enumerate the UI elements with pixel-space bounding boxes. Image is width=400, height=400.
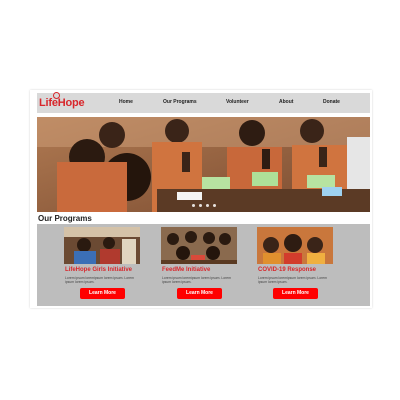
program-image xyxy=(161,227,237,264)
navbar: LifeHope Home Our Programs Volunteer Abo… xyxy=(37,92,370,113)
program-card: FeedMe Initiative Lorem ipsum loremipsum… xyxy=(161,227,241,304)
program-title: COVID-19 Response xyxy=(258,267,317,273)
slider-dots xyxy=(37,204,370,207)
slider-dot[interactable] xyxy=(191,204,195,207)
program-description: Lorem ipsum loremipsum lorem ipsum. Lore… xyxy=(258,276,327,284)
program-image xyxy=(64,227,140,264)
learn-more-button[interactable]: Learn More xyxy=(273,288,318,299)
logo-text: LifeHope xyxy=(39,97,85,109)
program-image xyxy=(257,227,333,264)
programs-section: LifeHope Girls Initiative Lorem ipsum lo… xyxy=(37,224,370,306)
logo-mark-icon xyxy=(53,92,60,99)
program-card: LifeHope Girls Initiative Lorem ipsum lo… xyxy=(64,227,144,304)
logo[interactable]: LifeHope xyxy=(39,92,85,112)
website-mockup: LifeHope Home Our Programs Volunteer Abo… xyxy=(30,90,372,308)
program-description: Lorem ipsum loremipsum lorem ipsum. Lore… xyxy=(65,276,134,284)
learn-more-button[interactable]: Learn More xyxy=(177,288,222,299)
slider-dot[interactable] xyxy=(212,204,216,207)
hero-slider[interactable] xyxy=(37,117,370,212)
slider-dot[interactable] xyxy=(205,204,209,207)
program-description: Lorem ipsum loremipsum lorem ipsum. Lore… xyxy=(162,276,231,284)
slider-dot[interactable] xyxy=(198,204,202,207)
program-title: FeedMe Initiative xyxy=(162,267,211,273)
hero-image xyxy=(37,117,370,212)
program-card: COVID-19 Response Lorem ipsum loremipsum… xyxy=(257,227,337,304)
nav-about[interactable]: About xyxy=(279,99,293,105)
program-title: LifeHope Girls Initiative xyxy=(65,267,133,273)
nav-home[interactable]: Home xyxy=(119,99,133,105)
learn-more-button[interactable]: Learn More xyxy=(80,288,125,299)
programs-heading: Our Programs xyxy=(38,214,92,223)
nav-our-programs[interactable]: Our Programs xyxy=(163,99,197,105)
nav-volunteer[interactable]: Volunteer xyxy=(226,99,249,105)
nav-donate[interactable]: Donate xyxy=(323,99,340,105)
